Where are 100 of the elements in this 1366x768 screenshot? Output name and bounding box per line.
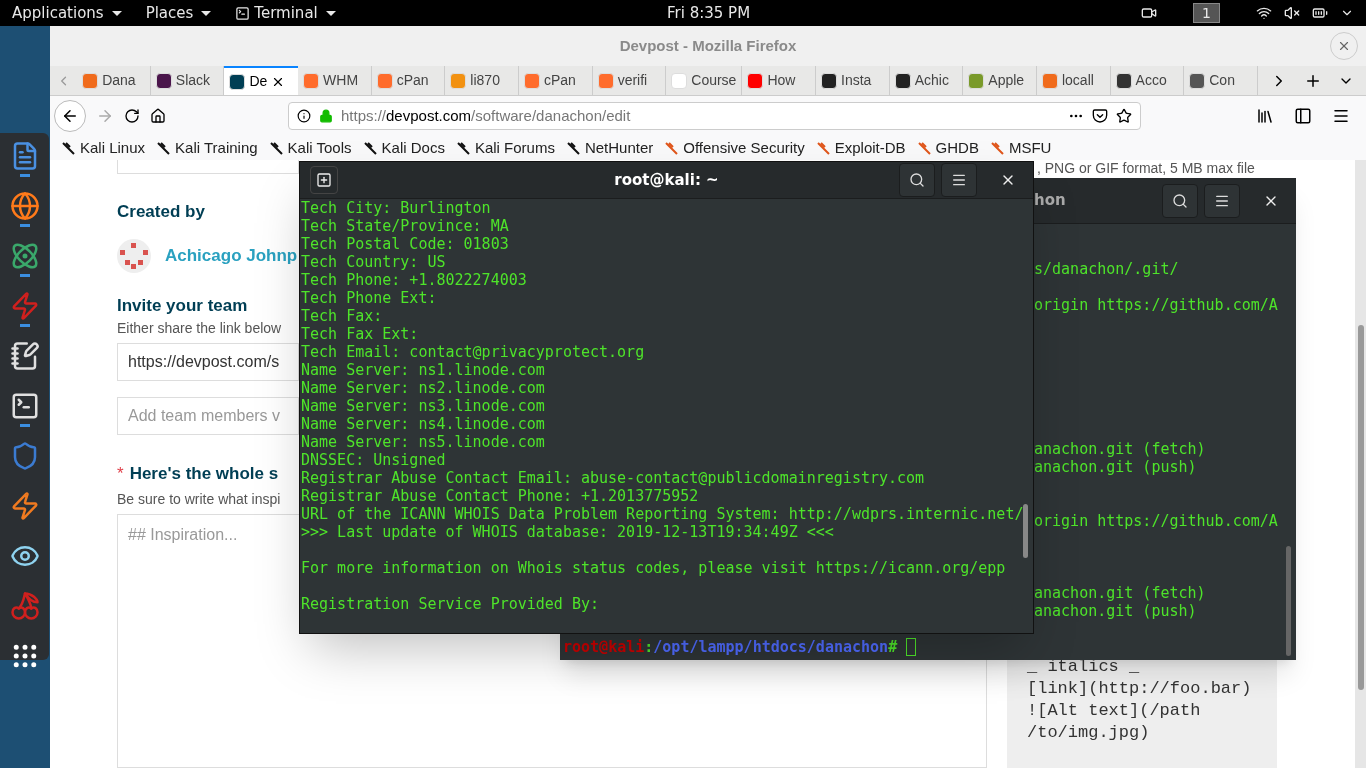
url-bar[interactable]: https://devpost.com/software/danachon/edit <box>288 102 1141 130</box>
notepad-icon[interactable] <box>9 341 40 371</box>
share-link-field[interactable]: https://devpost.com/s <box>117 343 299 381</box>
bookmark-link[interactable]: Kali Training <box>157 136 258 160</box>
site-icon <box>450 72 467 89</box>
bookmark-link[interactable]: Kali Tools <box>269 136 352 160</box>
terminal-line: anachon.git (push) <box>1034 458 1197 476</box>
menu-icon <box>951 172 967 188</box>
terminal-line: Name Server: ns5.linode.com <box>301 433 546 451</box>
scrollbar-thumb[interactable] <box>1023 504 1029 558</box>
site-icon <box>747 72 764 89</box>
browser-tab[interactable]: verifi <box>592 66 667 95</box>
bookmark-icon <box>269 141 284 155</box>
workspace-indicator[interactable]: 1 <box>1193 3 1220 23</box>
terminal-line: Tech Fax Ext: <box>301 325 420 343</box>
back-button[interactable] <box>54 100 86 132</box>
terminal-icon <box>235 5 251 21</box>
bookmark-link[interactable]: Kali Docs <box>363 136 445 160</box>
terminal-line: Tech Country: US <box>301 253 447 271</box>
browser-tab[interactable]: Con <box>1184 66 1258 95</box>
terminal-line: s/danachon/.git/ <box>1034 260 1179 278</box>
clock: Fri 8:35 PM <box>667 2 751 24</box>
terminal-title: root@kali: ~ <box>614 169 719 191</box>
section-heading: Created by <box>117 201 205 223</box>
site-icon <box>1041 72 1058 89</box>
browser-tab[interactable]: How <box>742 66 817 95</box>
browser-tab[interactable]: WHM <box>298 66 372 95</box>
reload-icon[interactable] <box>124 108 140 124</box>
cherry-icon[interactable] <box>9 591 40 621</box>
scrollbar-thumb[interactable] <box>1357 325 1364 690</box>
terminal-line: Registrar Abuse Contact Phone: +1.2013775952 <box>301 487 700 505</box>
site-icon <box>1115 72 1132 89</box>
browser-tab[interactable]: Acco <box>1110 66 1185 95</box>
site-icon <box>82 72 99 89</box>
bookmark-link[interactable]: Kali Linux <box>62 136 146 160</box>
required-mark: * <box>117 463 124 485</box>
sidebar-icon[interactable] <box>1294 107 1312 125</box>
bookmark-link[interactable]: Kali Forums <box>456 136 555 160</box>
site-icon <box>524 72 540 89</box>
home-icon[interactable] <box>150 108 166 124</box>
menu-button[interactable] <box>1204 183 1240 218</box>
input-field[interactable] <box>117 160 299 174</box>
top-bar-menu[interactable]: Terminal <box>235 1 336 25</box>
top-bar-menu[interactable]: Places <box>145 1 212 25</box>
browser-tab[interactable]: Insta <box>816 66 890 95</box>
terminal-line: origin https://github.com/A <box>1034 296 1278 314</box>
bookmark-link[interactable]: MSFU <box>990 136 1052 160</box>
info-icon <box>297 109 311 123</box>
browser-tab[interactable]: locall <box>1036 66 1111 95</box>
hint-text: Either share the link below <box>117 319 282 338</box>
bookmark-link[interactable]: NetHunter <box>566 136 654 160</box>
menu-button[interactable] <box>941 163 977 197</box>
terminal-line: Name Server: ns4.linode.com <box>301 415 546 433</box>
bookmark-link[interactable]: Exploit-DB <box>816 136 906 160</box>
library-icon[interactable] <box>1256 107 1274 125</box>
atom-icon[interactable] <box>9 241 40 271</box>
new-tab-button[interactable] <box>310 166 338 194</box>
bookmark-link[interactable]: GHDB <box>917 136 979 160</box>
wifi-icon[interactable] <box>1256 5 1272 21</box>
section-heading: Invite your team <box>117 294 248 317</box>
search-button[interactable] <box>899 163 935 197</box>
lightning-icon[interactable] <box>9 491 40 521</box>
window-title: Devpost - Mozilla Firefox <box>619 35 797 56</box>
bookmark-icon <box>917 141 932 155</box>
add-members-field[interactable]: Add team members v <box>117 397 299 435</box>
bookmark-icon <box>990 141 1005 155</box>
back-icon <box>61 107 79 125</box>
site-icon <box>303 72 320 89</box>
search-icon <box>909 172 925 188</box>
browser-tab[interactable]: cPan <box>371 66 446 95</box>
browser-tab[interactable]: Achic <box>889 66 964 95</box>
site-icon <box>376 72 393 89</box>
hint-text: Be sure to write what inspi <box>117 489 281 509</box>
terminal-line: origin https://github.com/A <box>1034 512 1278 530</box>
menu-icon[interactable] <box>1332 107 1350 125</box>
code-text: /to/img.jpg) <box>1027 722 1151 744</box>
bookmark-star-icon[interactable] <box>1116 108 1132 124</box>
site-icon <box>821 72 838 89</box>
bookmark-icon <box>665 141 680 155</box>
browser-tab[interactable]: li870 <box>445 66 519 95</box>
bookmark-icon <box>363 141 378 155</box>
caret-icon <box>111 10 122 16</box>
bookmark-link[interactable]: Offensive Security <box>665 136 805 160</box>
scrollbar-thumb[interactable] <box>1286 546 1291 656</box>
search-button[interactable] <box>1162 183 1198 218</box>
browser-tab[interactable]: Apple <box>963 66 1037 95</box>
browser-tab[interactable]: De <box>224 66 299 95</box>
site-icon <box>968 72 985 89</box>
browser-tab[interactable]: Slack <box>150 66 225 95</box>
camera-icon[interactable] <box>1141 5 1158 21</box>
globe-icon[interactable] <box>9 191 40 221</box>
top-bar-menu[interactable]: Applications <box>12 1 122 25</box>
browser-tab[interactable]: Dana <box>77 66 151 95</box>
browser-tab[interactable]: cPan <box>519 66 593 95</box>
pocket-icon[interactable] <box>1092 108 1108 124</box>
browser-tab[interactable]: Course <box>666 66 743 95</box>
volume-muted-icon[interactable] <box>1284 5 1300 21</box>
bookmark-icon <box>62 141 76 155</box>
caret-icon <box>325 10 336 16</box>
battery-icon[interactable] <box>1312 5 1328 21</box>
